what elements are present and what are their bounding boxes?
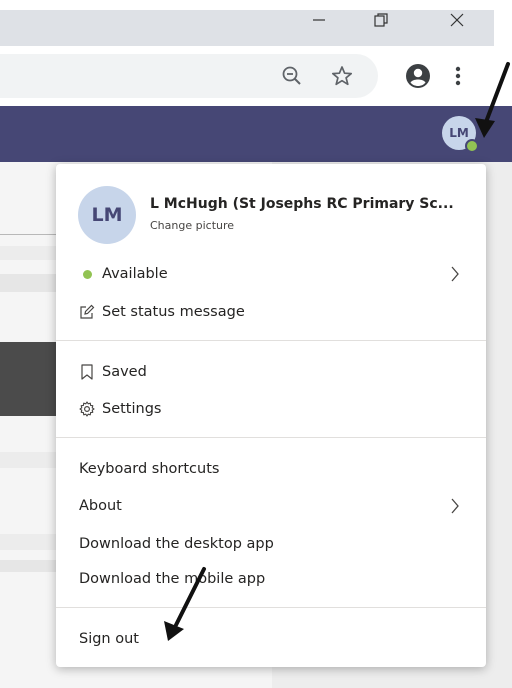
set-status-message-item[interactable]: Set status message [79,298,245,326]
restore-icon [374,13,388,27]
profile-menu: LM L McHugh (St Josephs RC Primary Sc...… [56,164,486,667]
keyboard-shortcuts-label: Keyboard shortcuts [79,461,220,477]
separator [56,437,486,438]
profile-icon[interactable] [402,60,434,92]
profile-menu-avatar[interactable]: LM [78,186,136,244]
separator [56,607,486,608]
close-button[interactable] [432,0,482,40]
settings-item[interactable]: Settings [79,395,161,423]
profile-name: L McHugh (St Josephs RC Primary Sc... [150,196,454,212]
list-row-bg [0,246,56,260]
teams-app-bar [0,106,512,162]
set-status-message-label: Set status message [102,304,245,320]
status-indicator [465,139,479,153]
list-row-bg [0,452,56,468]
list-row-bg [0,560,56,572]
download-desktop-app-item[interactable]: Download the desktop app [79,530,274,558]
bookmark-icon [79,364,95,380]
restore-button[interactable] [356,0,406,40]
menu-icon[interactable] [442,60,474,92]
download-mobile-app-label: Download the mobile app [79,571,266,587]
sign-out-item[interactable]: Sign out [79,625,139,653]
minimize-icon [313,19,325,21]
avatar-initials: LM [449,126,469,140]
gear-icon [79,401,95,417]
chevron-right-icon [448,497,462,515]
minimize-button[interactable] [294,0,344,40]
available-status-icon [79,266,95,282]
download-desktop-app-label: Download the desktop app [79,536,274,552]
list-row-bg [0,534,56,550]
profile-initials: LM [91,204,123,226]
edit-note-icon [79,304,95,320]
about-label: About [79,498,122,514]
saved-item[interactable]: Saved [79,358,147,386]
change-picture-link[interactable]: Change picture [150,219,234,232]
list-row-bg [0,274,56,292]
saved-label: Saved [102,364,147,380]
about-item[interactable]: About [79,492,122,520]
zoom-out-icon[interactable] [276,60,308,92]
address-bar[interactable] [0,54,378,98]
browser-titlebar [0,0,512,46]
profile-avatar-button[interactable]: LM [442,116,479,153]
chevron-right-icon [448,265,462,283]
keyboard-shortcuts-item[interactable]: Keyboard shortcuts [79,455,219,483]
close-icon [450,13,464,27]
download-mobile-app-item[interactable]: Download the mobile app [79,565,265,593]
star-icon[interactable] [326,60,358,92]
browser-toolbar [0,46,512,106]
settings-label: Settings [102,401,162,417]
separator [56,340,486,341]
divider [0,234,56,235]
status-label: Available [102,266,168,282]
sign-out-label: Sign out [79,631,139,647]
tab-strip [0,10,494,46]
status-item[interactable]: Available [79,260,168,288]
